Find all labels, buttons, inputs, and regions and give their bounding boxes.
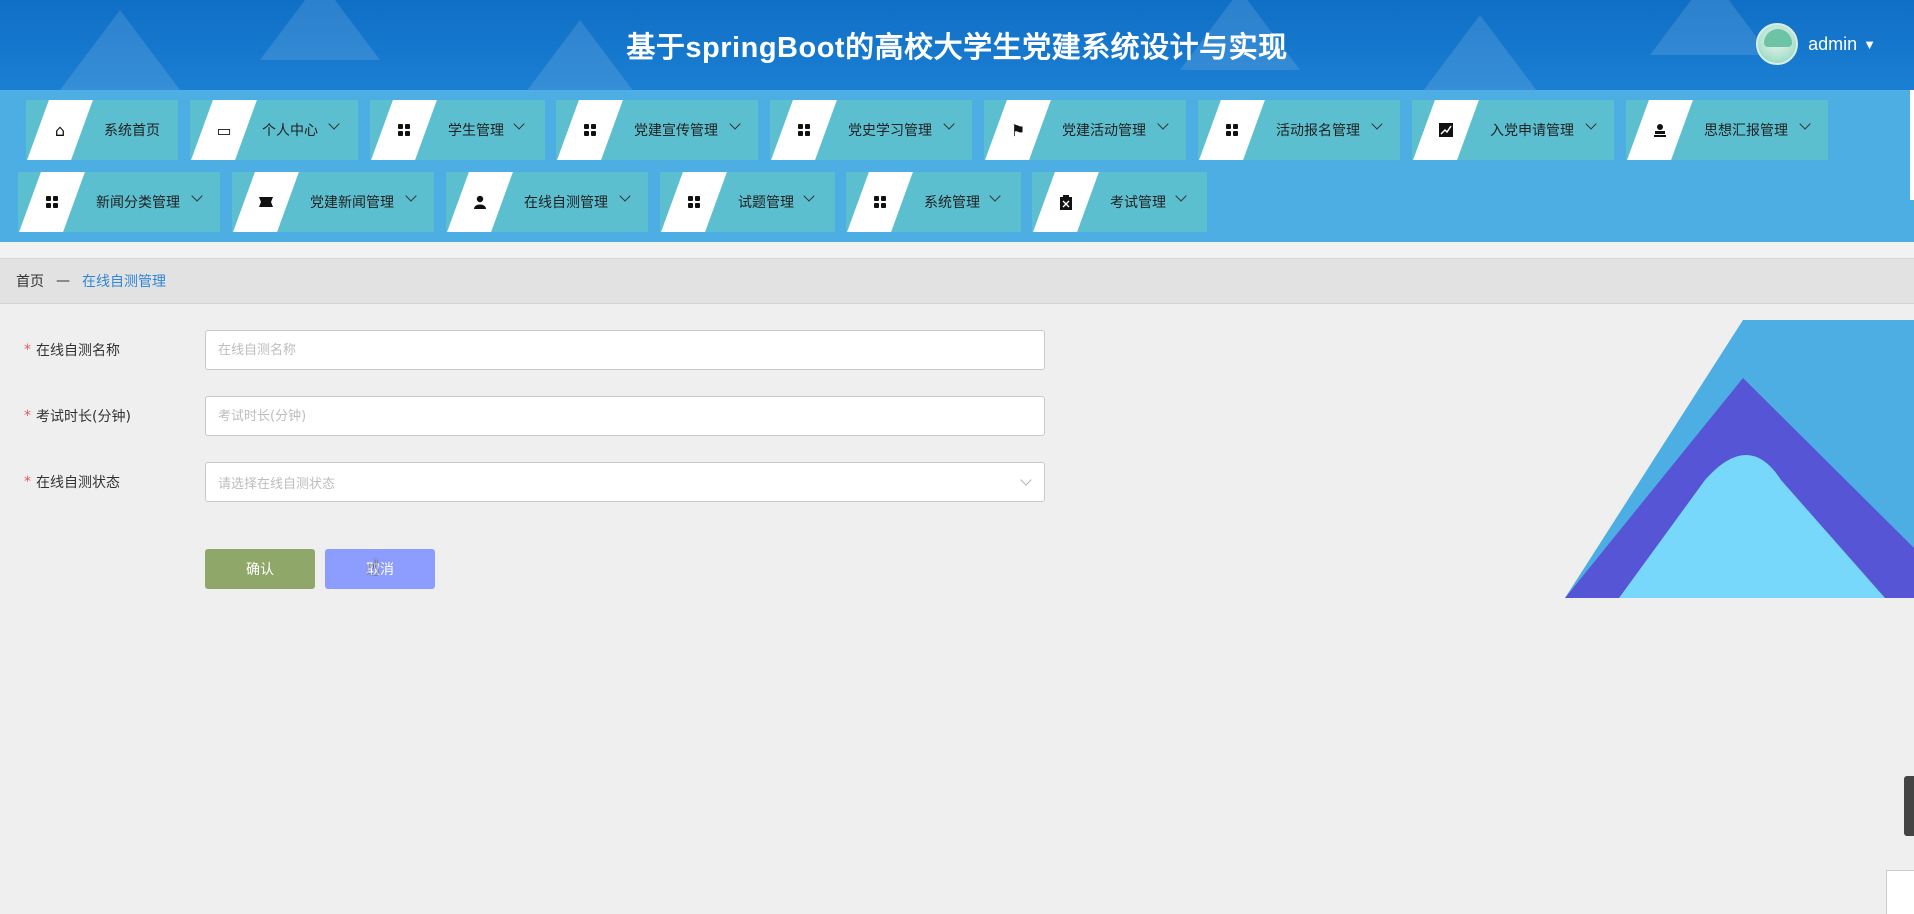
status-label: * 在线自测状态 <box>24 462 120 502</box>
required-mark: * <box>24 408 31 424</box>
chevron-down-icon <box>989 190 1001 202</box>
nav-item-news-category-management[interactable]: 新闻分类管理 <box>18 172 220 232</box>
nav-item-label: 党建新闻管理 <box>310 195 394 211</box>
chevron-down-icon <box>803 190 815 202</box>
nav-item-promotion-management[interactable]: 党建宣传管理 <box>556 100 758 160</box>
nav-item-online-test-management[interactable]: 在线自测管理 <box>446 172 648 232</box>
status-select-placeholder: 请选择在线自测状态 <box>218 476 336 492</box>
duration-label-text: 考试时长(分钟) <box>36 409 131 425</box>
breadcrumb-separator: — <box>56 273 70 289</box>
chevron-down-icon <box>943 118 955 130</box>
page-title: 基于springBoot的高校大学生党建系统设计与实现 <box>626 32 1288 64</box>
grid-icon <box>680 172 708 232</box>
nav-item-label: 党建活动管理 <box>1062 123 1146 139</box>
nav-item-history-study-management[interactable]: 党史学习管理 <box>770 100 972 160</box>
divider <box>0 242 1914 258</box>
nav-item-label: 学生管理 <box>448 123 504 139</box>
nav-item-label: 系统首页 <box>104 123 160 139</box>
clipboard-icon <box>1052 172 1080 232</box>
chevron-down-icon <box>729 118 741 130</box>
name-label-text: 在线自测名称 <box>36 343 120 359</box>
cancel-button[interactable]: 取消 <box>325 549 435 589</box>
chevron-down-icon <box>619 190 631 202</box>
grid-icon <box>390 100 418 160</box>
required-mark: * <box>24 342 31 358</box>
nav-item-question-management[interactable]: 试题管理 <box>660 172 835 232</box>
nav-item-label: 试题管理 <box>738 195 794 211</box>
grid-icon <box>1218 100 1246 160</box>
confirm-button[interactable]: 确认 <box>205 549 315 589</box>
scrollbar-edge <box>1910 90 1914 200</box>
chevron-down-icon <box>1020 474 1032 486</box>
grid-icon <box>576 100 604 160</box>
duration-label: * 考试时长(分钟) <box>24 396 131 436</box>
test-name-input[interactable] <box>205 330 1045 370</box>
user-icon <box>466 172 494 232</box>
name-label: * 在线自测名称 <box>24 330 120 370</box>
nav-item-label: 系统管理 <box>924 195 980 211</box>
app-header: 基于springBoot的高校大学生党建系统设计与实现 admin ▼ <box>0 0 1914 90</box>
nav-item-system-management[interactable]: 系统管理 <box>846 172 1021 232</box>
status-select[interactable]: 请选择在线自测状态 <box>205 462 1045 502</box>
chevron-down-icon <box>405 190 417 202</box>
home-icon: ⌂ <box>54 120 66 140</box>
ticket-icon <box>252 172 280 232</box>
chart-icon <box>1432 100 1460 160</box>
nav-item-label: 新闻分类管理 <box>96 195 180 211</box>
chevron-down-icon <box>1799 118 1811 130</box>
grid-icon <box>790 100 818 160</box>
caret-down-icon[interactable]: ▼ <box>1863 37 1876 52</box>
breadcrumb: 首页 — 在线自测管理 <box>0 258 1914 304</box>
grid-icon <box>38 172 66 232</box>
floating-widget-icon[interactable] <box>1886 870 1914 914</box>
nav-item-label: 在线自测管理 <box>524 195 608 211</box>
nav-item-application-management[interactable]: 入党申请管理 <box>1412 100 1614 160</box>
required-mark: * <box>24 474 31 490</box>
nav-item-report-management[interactable]: 思想汇报管理 <box>1626 100 1828 160</box>
nav-item-label: 入党申请管理 <box>1490 123 1574 139</box>
chevron-down-icon <box>1371 118 1383 130</box>
nav-item-label: 思想汇报管理 <box>1704 123 1788 139</box>
breadcrumb-current: 在线自测管理 <box>82 274 166 290</box>
chevron-down-icon <box>1585 118 1597 130</box>
grid-icon <box>866 172 894 232</box>
decorative-graphic <box>1565 320 1914 598</box>
nav-item-personal-center[interactable]: ▭ 个人中心 <box>190 100 358 160</box>
chevron-down-icon <box>328 118 340 130</box>
chevron-down-icon <box>1157 118 1169 130</box>
nav-item-news-management[interactable]: 党建新闻管理 <box>232 172 434 232</box>
chevron-down-icon <box>513 118 525 130</box>
nav-item-label: 个人中心 <box>262 123 318 139</box>
top-nav: ⌂ 系统首页 ▭ 个人中心 学生管理 党建宣传管理 党史学习管理 ⚑ 党建活动管… <box>0 90 1914 242</box>
nav-item-student-management[interactable]: 学生管理 <box>370 100 545 160</box>
user-menu[interactable]: admin ▼ <box>1756 22 1876 66</box>
nav-item-label: 党史学习管理 <box>848 123 932 139</box>
wallet-icon: ▭ <box>216 120 232 140</box>
breadcrumb-home[interactable]: 首页 <box>16 271 44 291</box>
status-label-text: 在线自测状态 <box>36 475 120 491</box>
nav-item-activity-management[interactable]: ⚑ 党建活动管理 <box>984 100 1186 160</box>
nav-item-home[interactable]: ⌂ 系统首页 <box>26 100 178 160</box>
stamp-icon <box>1646 100 1674 160</box>
nav-item-exam-management[interactable]: 考试管理 <box>1032 172 1207 232</box>
flag-icon: ⚑ <box>1010 120 1026 140</box>
nav-item-label: 党建宣传管理 <box>634 123 718 139</box>
duration-input[interactable] <box>205 396 1045 436</box>
username[interactable]: admin <box>1808 34 1857 55</box>
nav-item-label: 考试管理 <box>1110 195 1166 211</box>
nav-item-label: 活动报名管理 <box>1276 123 1360 139</box>
side-panel-handle[interactable] <box>1904 776 1914 836</box>
hand-cursor-icon: ☝ <box>366 556 380 581</box>
chevron-down-icon <box>1175 190 1187 202</box>
chevron-down-icon <box>191 190 203 202</box>
avatar[interactable] <box>1756 23 1799 65</box>
nav-item-signup-management[interactable]: 活动报名管理 <box>1198 100 1400 160</box>
